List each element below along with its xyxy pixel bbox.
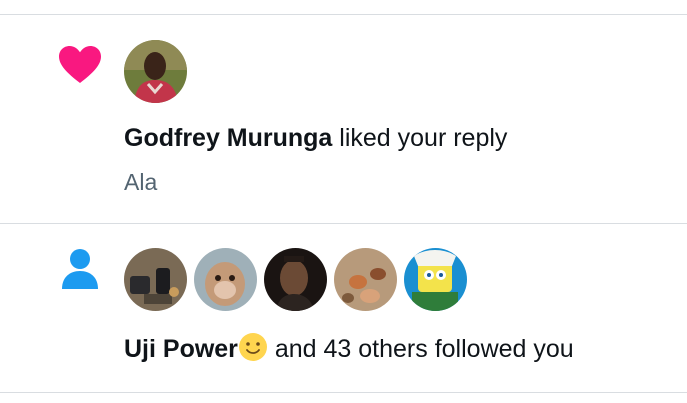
follower-avatar-5[interactable] — [404, 248, 467, 311]
action-text: and 43 others followed you — [267, 335, 574, 363]
person-icon — [62, 249, 98, 289]
actor-name[interactable]: Uji Power — [124, 335, 238, 363]
heart-icon — [59, 46, 101, 83]
slightly-smiling-face-emoji — [238, 333, 267, 361]
reply-preview-text: Ala — [124, 169, 158, 195]
action-text: liked your reply — [332, 124, 508, 152]
like-notification[interactable]: Godfrey Murunga liked your reply Ala — [0, 15, 687, 223]
avatar-godfrey-murunga[interactable] — [124, 40, 187, 103]
follower-avatar-1[interactable] — [124, 248, 187, 311]
follower-avatar-2[interactable] — [194, 248, 257, 311]
follow-notification[interactable]: Uji Power and 43 others followed you — [0, 224, 687, 392]
follow-notification-text: Uji Power and 43 others followed you — [124, 332, 574, 364]
bottom-divider — [0, 392, 687, 393]
follower-avatar-4[interactable] — [334, 248, 397, 311]
like-notification-text: Godfrey Murunga liked your reply — [124, 123, 507, 153]
follower-avatar-3[interactable] — [264, 248, 327, 311]
actor-name[interactable]: Godfrey Murunga — [124, 124, 332, 152]
